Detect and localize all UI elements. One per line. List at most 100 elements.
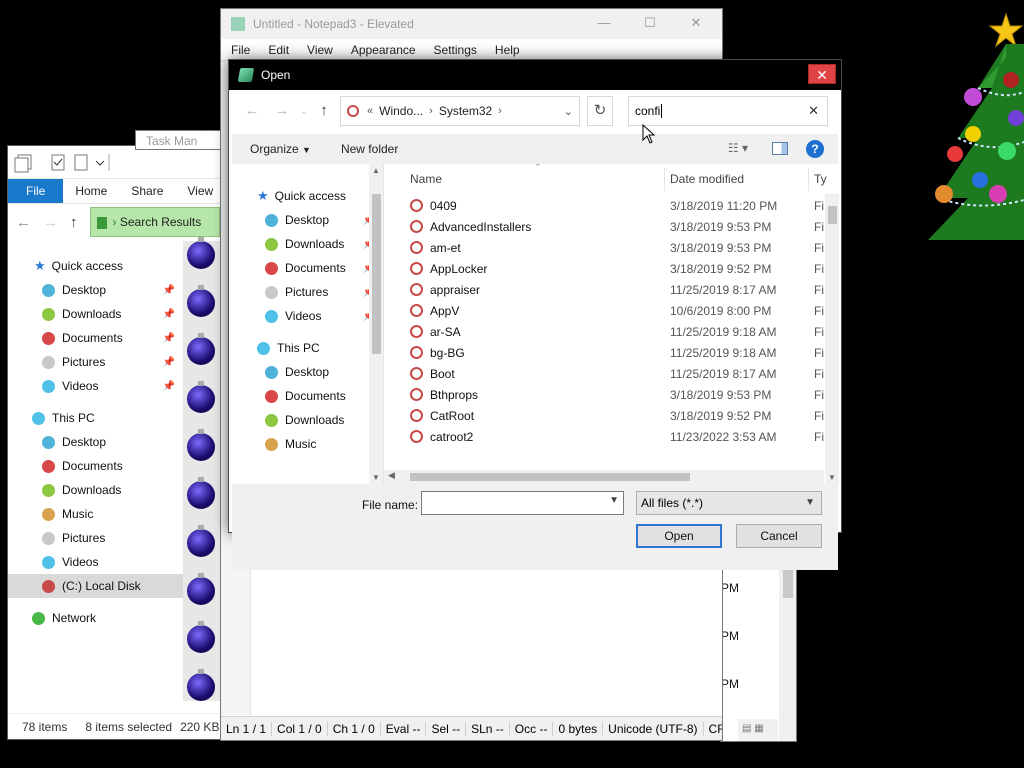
cancel-button[interactable]: Cancel — [736, 524, 822, 548]
explorer-address-bar[interactable]: › Search Results — [89, 207, 220, 237]
nav-item-c-local-disk[interactable]: (C:) Local Disk — [8, 574, 183, 598]
open-button[interactable]: Open — [636, 524, 722, 548]
nav-item-pictures[interactable]: Pictures — [8, 526, 183, 550]
nav-item-pictures[interactable]: Pictures📌 — [8, 350, 183, 374]
nav-this-pc[interactable]: This PC — [232, 336, 383, 360]
nav-item-documents[interactable]: Documents📌 — [232, 256, 383, 280]
ornament-file-icon[interactable] — [187, 429, 215, 461]
refresh-icon[interactable]: ↻ — [587, 96, 613, 126]
file-row[interactable]: Bthprops 3/18/2019 9:53 PM Fi — [384, 385, 824, 406]
nav-item-downloads[interactable]: Downloads📌 — [8, 302, 183, 326]
scrollbar-thumb[interactable] — [410, 473, 690, 481]
scroll-down-icon[interactable]: ▼ — [828, 473, 836, 482]
scroll-down-icon[interactable]: ▼ — [372, 473, 380, 482]
file-row[interactable]: ar-SA 11/25/2019 9:18 AM Fi — [384, 322, 824, 343]
nav-quick-access[interactable]: ★ Quick access — [232, 184, 383, 208]
file-list-vertical-scrollbar[interactable]: ▼ — [825, 194, 839, 484]
menu-file[interactable]: File — [231, 43, 250, 57]
nav-this-pc[interactable]: This PC — [8, 406, 183, 430]
quick-access-toolbar-icons[interactable] — [8, 146, 118, 179]
file-row[interactable]: AppV 10/6/2019 8:00 PM Fi — [384, 301, 824, 322]
ornament-file-icon[interactable] — [187, 669, 215, 701]
column-type[interactable]: Ty — [814, 172, 827, 186]
ornament-file-icon[interactable] — [187, 381, 215, 413]
overflow-chevron-icon[interactable]: « — [367, 105, 373, 117]
menu-settings[interactable]: Settings — [434, 43, 477, 57]
file-row[interactable]: CatRoot 3/18/2019 9:52 PM Fi — [384, 406, 824, 427]
up-arrow-icon[interactable]: ↑ — [70, 214, 78, 231]
scroll-up-icon[interactable]: ▲ — [372, 166, 380, 175]
ribbon-tab-view[interactable]: View — [175, 179, 225, 203]
ornament-file-icon[interactable] — [187, 285, 215, 317]
nav-item-downloads[interactable]: Downloads📌 — [232, 232, 383, 256]
ornament-file-icon[interactable] — [187, 525, 215, 557]
ornament-file-icon[interactable] — [187, 621, 215, 653]
nav-item-videos[interactable]: Videos📌 — [232, 304, 383, 328]
forward-arrow-icon[interactable]: → — [272, 102, 292, 122]
maximize-icon[interactable]: ☐ — [633, 15, 667, 35]
ribbon-tab-share[interactable]: Share — [119, 179, 175, 203]
nav-item-pictures[interactable]: Pictures📌 — [232, 280, 383, 304]
nav-pane-scrollbar[interactable]: ▲ ▼ — [369, 164, 383, 484]
nav-network[interactable]: Network — [8, 606, 183, 630]
change-view-icon[interactable]: ☷ ▾ — [728, 141, 748, 155]
ornament-file-icon[interactable] — [187, 573, 215, 605]
clear-search-icon[interactable]: ✕ — [808, 97, 819, 125]
dialog-address-bar[interactable]: « Windo... › System32 › ⌄ — [340, 96, 580, 126]
nav-item-music[interactable]: Music — [232, 432, 383, 456]
ribbon-tab-home[interactable]: Home — [63, 179, 119, 203]
nav-item-desktop[interactable]: Desktop📌 — [232, 208, 383, 232]
status-encoding[interactable]: Unicode (UTF-8) — [603, 721, 704, 736]
nav-item-downloads[interactable]: Downloads — [232, 408, 383, 432]
nav-item-videos[interactable]: Videos — [8, 550, 183, 574]
menu-help[interactable]: Help — [495, 43, 520, 57]
scroll-left-icon[interactable]: ◀ — [388, 470, 395, 481]
file-row[interactable]: catroot2 11/23/2022 3:53 AM Fi — [384, 427, 824, 448]
nav-item-desktop[interactable]: Desktop — [232, 360, 383, 384]
organize-button[interactable]: Organize ▼ — [242, 142, 319, 156]
breadcrumb-system32[interactable]: System32 — [439, 104, 492, 118]
preview-pane-icon[interactable] — [772, 142, 788, 155]
close-icon[interactable]: ✕ — [679, 15, 713, 35]
column-name[interactable]: Name — [410, 172, 442, 186]
menu-appearance[interactable]: Appearance — [351, 43, 416, 57]
nav-item-music[interactable]: Music — [8, 502, 183, 526]
column-divider[interactable] — [808, 167, 809, 191]
file-row[interactable]: appraiser 11/25/2019 8:17 AM Fi — [384, 280, 824, 301]
minimize-icon[interactable]: — — [587, 15, 621, 35]
view-mode-icons[interactable]: ▤ ▦ — [738, 719, 778, 741]
dialog-close-button[interactable]: ✕ — [808, 64, 836, 84]
file-row[interactable]: Boot 11/25/2019 8:17 AM Fi — [384, 364, 824, 385]
recent-locations-chevron-icon[interactable]: ⌄ — [294, 106, 314, 126]
up-arrow-icon[interactable]: ↑ — [314, 102, 334, 122]
new-folder-button[interactable]: New folder — [333, 142, 406, 156]
dialog-search-input[interactable]: confi ✕ — [628, 96, 828, 126]
file-type-filter-select[interactable]: All files (*.*) ▼ — [636, 491, 822, 515]
column-date-modified[interactable]: Date modified — [670, 172, 744, 186]
nav-item-desktop[interactable]: Desktop — [8, 430, 183, 454]
ornament-file-icon[interactable] — [187, 237, 215, 269]
column-divider[interactable] — [664, 167, 665, 191]
file-row[interactable]: bg-BG 11/25/2019 9:18 AM Fi — [384, 343, 824, 364]
nav-item-videos[interactable]: Videos📌 — [8, 374, 183, 398]
help-icon[interactable]: ? — [806, 140, 824, 158]
scrollbar-thumb[interactable] — [372, 194, 381, 354]
nav-item-documents[interactable]: Documents📌 — [8, 326, 183, 350]
chevron-right-icon[interactable]: › — [498, 105, 502, 117]
back-arrow-icon[interactable]: ← — [242, 102, 262, 122]
file-row[interactable]: am-et 3/18/2019 9:53 PM Fi — [384, 238, 824, 259]
forward-arrow-icon[interactable]: → — [43, 214, 58, 231]
ornament-file-icon[interactable] — [187, 477, 215, 509]
nav-item-documents[interactable]: Documents — [232, 384, 383, 408]
file-name-input[interactable]: ▼ — [421, 491, 624, 515]
scrollbar-thumb[interactable] — [828, 206, 837, 224]
file-row[interactable]: 0409 3/18/2019 11:20 PM Fi — [384, 196, 824, 217]
status-eol[interactable]: CR+ — [704, 722, 722, 736]
nav-quick-access[interactable]: ★ Quick access — [8, 254, 183, 278]
file-row[interactable]: AdvancedInstallers 3/18/2019 9:53 PM Fi — [384, 217, 824, 238]
address-dropdown-icon[interactable]: ⌄ — [564, 105, 573, 118]
chevron-down-icon[interactable]: ▼ — [609, 495, 619, 506]
file-row[interactable]: AppLocker 3/18/2019 9:52 PM Fi — [384, 259, 824, 280]
file-list-horizontal-scrollbar[interactable]: ◀ — [384, 470, 824, 484]
nav-item-downloads[interactable]: Downloads — [8, 478, 183, 502]
